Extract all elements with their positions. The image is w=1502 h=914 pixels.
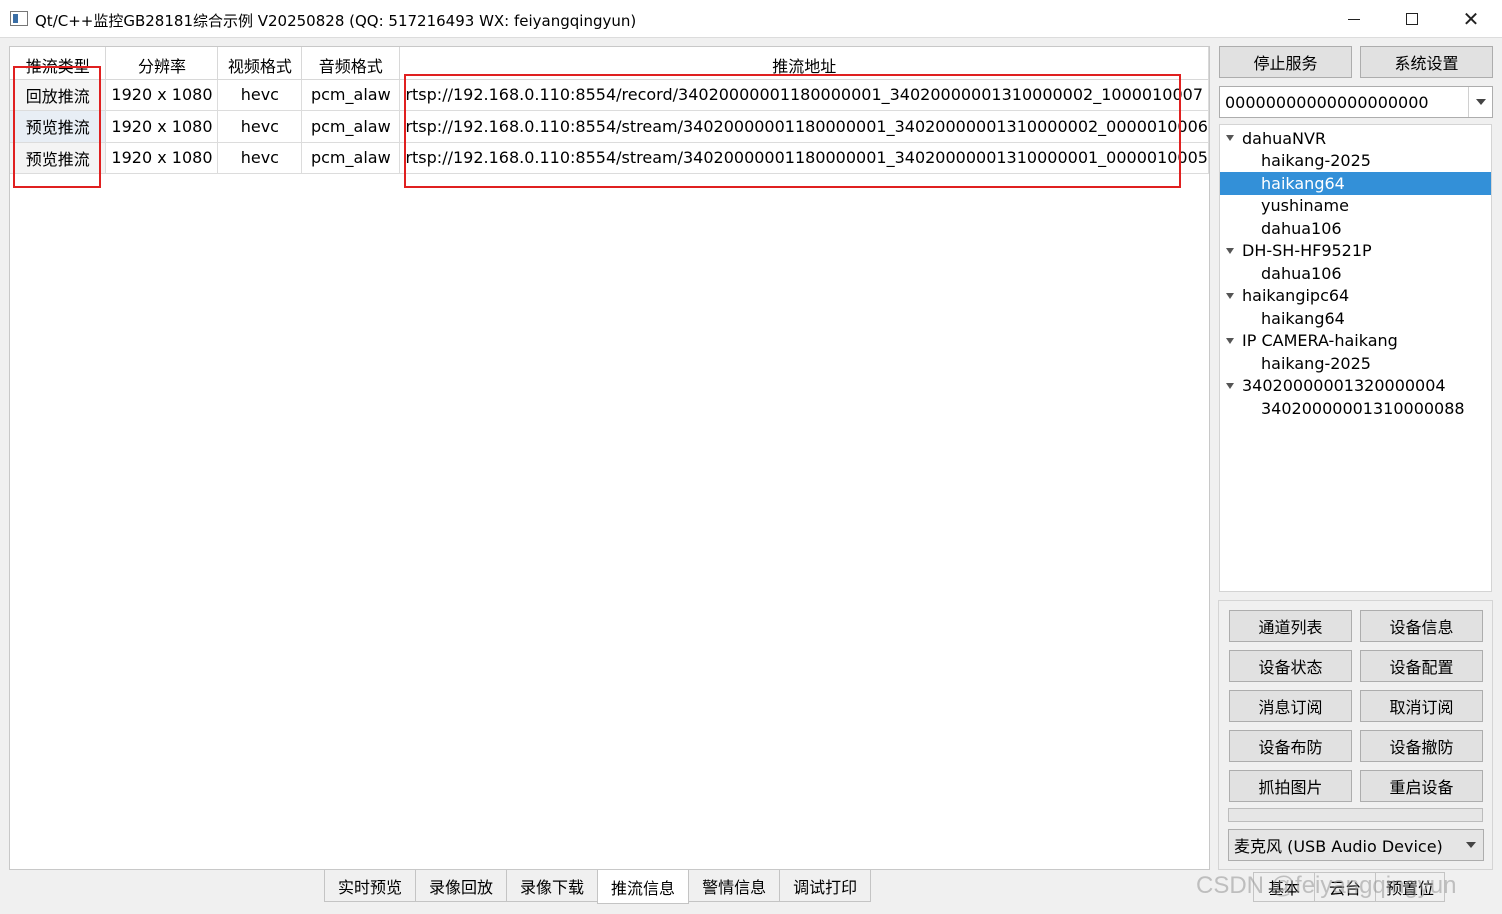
cell-stream-url[interactable]: rtsp://192.168.0.110:8554/stream/3402000… [399, 142, 1209, 174]
tree-node-channel[interactable]: dahua106 [1220, 217, 1491, 240]
tab-alarm-info[interactable]: 警情信息 [688, 870, 781, 902]
app-icon [10, 11, 28, 26]
close-button[interactable]: ✕ [1442, 0, 1500, 38]
table-row[interactable]: 预览推流 1920 x 1080 hevc pcm_alaw rtsp://19… [10, 142, 1209, 174]
cell-stream-type[interactable]: 预览推流 [10, 142, 107, 174]
header-audio-format[interactable]: 音频格式 [301, 47, 401, 80]
cell-video-format[interactable]: hevc [217, 110, 303, 143]
tree-node-label: haikang-2025 [1261, 151, 1371, 171]
reboot-device-button[interactable]: 重启设备 [1360, 770, 1483, 802]
minimize-button[interactable] [1325, 0, 1383, 38]
audio-device-combo[interactable]: 麦克风 (USB Audio Device) [1228, 829, 1484, 861]
dropdown-button[interactable] [1459, 830, 1483, 860]
tree-node-device[interactable]: 34020000001320000004 [1220, 375, 1491, 398]
header-stream-type[interactable]: 推流类型 [10, 47, 107, 80]
close-icon: ✕ [1462, 7, 1480, 31]
minimize-icon [1348, 18, 1360, 20]
tree-node-label: haikang-2025 [1261, 353, 1371, 373]
table-header-row: 推流类型 分辨率 视频格式 音频格式 推流地址 [10, 47, 1209, 80]
tree-node-channel[interactable]: dahua106 [1220, 262, 1491, 285]
table-row[interactable]: 回放推流 1920 x 1080 hevc pcm_alaw rtsp://19… [10, 79, 1209, 111]
progress-bar [1228, 808, 1483, 822]
tree-node-label: IP CAMERA-haikang [1242, 331, 1398, 351]
expand-arrow-icon[interactable] [1226, 382, 1234, 389]
device-config-button[interactable]: 设备配置 [1360, 650, 1483, 682]
header-video-format[interactable]: 视频格式 [217, 47, 303, 80]
device-id-combo[interactable]: 00000000000000000000 [1219, 86, 1493, 118]
tree-node-label: dahua106 [1261, 263, 1342, 283]
expand-arrow-icon[interactable] [1226, 292, 1234, 299]
subscribe-button[interactable]: 消息订阅 [1229, 690, 1352, 722]
cell-stream-type[interactable]: 回放推流 [10, 79, 107, 111]
tree-node-label: dahua106 [1261, 218, 1342, 238]
channel-list-button[interactable]: 通道列表 [1229, 610, 1352, 642]
snapshot-button[interactable]: 抓拍图片 [1229, 770, 1352, 802]
tree-node-channel[interactable]: haikang-2025 [1220, 352, 1491, 375]
unsubscribe-button[interactable]: 取消订阅 [1360, 690, 1483, 722]
tree-node-label: 34020000001310000088 [1261, 398, 1465, 418]
device-status-button[interactable]: 设备状态 [1229, 650, 1352, 682]
stream-table[interactable]: 推流类型 分辨率 视频格式 音频格式 推流地址 回放推流 1920 x 1080… [9, 46, 1210, 870]
tree-node-channel[interactable]: haikang-2025 [1220, 150, 1491, 173]
cell-stream-type[interactable]: 预览推流 [10, 110, 107, 143]
stop-service-button[interactable]: 停止服务 [1219, 46, 1352, 78]
tree-node-device[interactable]: dahuaNVR [1220, 127, 1491, 150]
tab-debug-print[interactable]: 调试打印 [779, 870, 872, 902]
tab-live-preview[interactable]: 实时预览 [324, 870, 417, 902]
audio-device-value: 麦克风 (USB Audio Device) [1234, 837, 1443, 856]
table-row[interactable]: 预览推流 1920 x 1080 hevc pcm_alaw rtsp://19… [10, 110, 1209, 143]
device-tree[interactable]: dahuaNVR haikang-2025 haikang64 yushinam… [1219, 124, 1492, 592]
tree-node-channel[interactable]: 34020000001310000088 [1220, 397, 1491, 420]
device-id-value: 00000000000000000000 [1225, 92, 1429, 112]
window-title: Qt/C++监控GB28181综合示例 V20250828 (QQ: 51721… [35, 12, 637, 30]
chevron-down-icon [1475, 99, 1486, 105]
tree-node-label: haikangipc64 [1242, 286, 1350, 306]
cell-audio-format[interactable]: pcm_alaw [301, 79, 401, 111]
cell-stream-url[interactable]: rtsp://192.168.0.110:8554/stream/3402000… [399, 110, 1209, 143]
bottom-tab-bar: 实时预览 录像回放 录像下载 推流信息 警情信息 调试打印 [324, 870, 872, 904]
tree-node-label: haikang64 [1261, 173, 1345, 193]
expand-arrow-icon[interactable] [1226, 337, 1234, 344]
tab-download[interactable]: 录像下载 [506, 870, 599, 902]
tree-node-label: haikang64 [1261, 308, 1345, 328]
expand-arrow-icon[interactable] [1226, 247, 1234, 254]
tree-node-channel[interactable]: haikang64 [1220, 307, 1491, 330]
maximize-icon [1406, 13, 1418, 25]
disarm-device-button[interactable]: 设备撤防 [1360, 730, 1483, 762]
tree-node-channel[interactable]: yushiname [1220, 195, 1491, 218]
cell-video-format[interactable]: hevc [217, 79, 303, 111]
tab-basic[interactable]: 基本 [1253, 872, 1315, 902]
dropdown-button[interactable] [1468, 87, 1492, 117]
tab-preset[interactable]: 预置位 [1375, 872, 1445, 902]
cell-stream-url[interactable]: rtsp://192.168.0.110:8554/record/3402000… [399, 79, 1209, 111]
cell-audio-format[interactable]: pcm_alaw [301, 110, 401, 143]
arm-device-button[interactable]: 设备布防 [1229, 730, 1352, 762]
tree-node-label: DH-SH-HF9521P [1242, 241, 1372, 261]
cell-audio-format[interactable]: pcm_alaw [301, 142, 401, 174]
device-info-button[interactable]: 设备信息 [1360, 610, 1483, 642]
chevron-down-icon [1466, 842, 1476, 848]
header-stream-url[interactable]: 推流地址 [399, 47, 1209, 80]
tree-node-device[interactable]: haikangipc64 [1220, 285, 1491, 308]
tree-node-label: 34020000001320000004 [1242, 376, 1446, 396]
tab-ptz[interactable]: 云台 [1314, 872, 1376, 902]
cell-resolution[interactable]: 1920 x 1080 [105, 110, 219, 143]
title-bar: Qt/C++监控GB28181综合示例 V20250828 (QQ: 51721… [0, 0, 1502, 38]
tree-node-label: dahuaNVR [1242, 128, 1327, 148]
tree-node-channel-selected[interactable]: haikang64 [1220, 172, 1491, 195]
tab-playback[interactable]: 录像回放 [415, 870, 508, 902]
system-settings-button[interactable]: 系统设置 [1360, 46, 1493, 78]
tree-node-device[interactable]: IP CAMERA-haikang [1220, 330, 1491, 353]
tab-stream-info[interactable]: 推流信息 [597, 870, 690, 904]
tree-node-label: yushiname [1261, 196, 1349, 216]
expand-arrow-icon[interactable] [1226, 135, 1234, 141]
tree-node-device[interactable]: DH-SH-HF9521P [1220, 240, 1491, 263]
cell-video-format[interactable]: hevc [217, 142, 303, 174]
cell-resolution[interactable]: 1920 x 1080 [105, 142, 219, 174]
header-resolution[interactable]: 分辨率 [105, 47, 219, 80]
cell-resolution[interactable]: 1920 x 1080 [105, 79, 219, 111]
maximize-button[interactable] [1383, 0, 1441, 38]
